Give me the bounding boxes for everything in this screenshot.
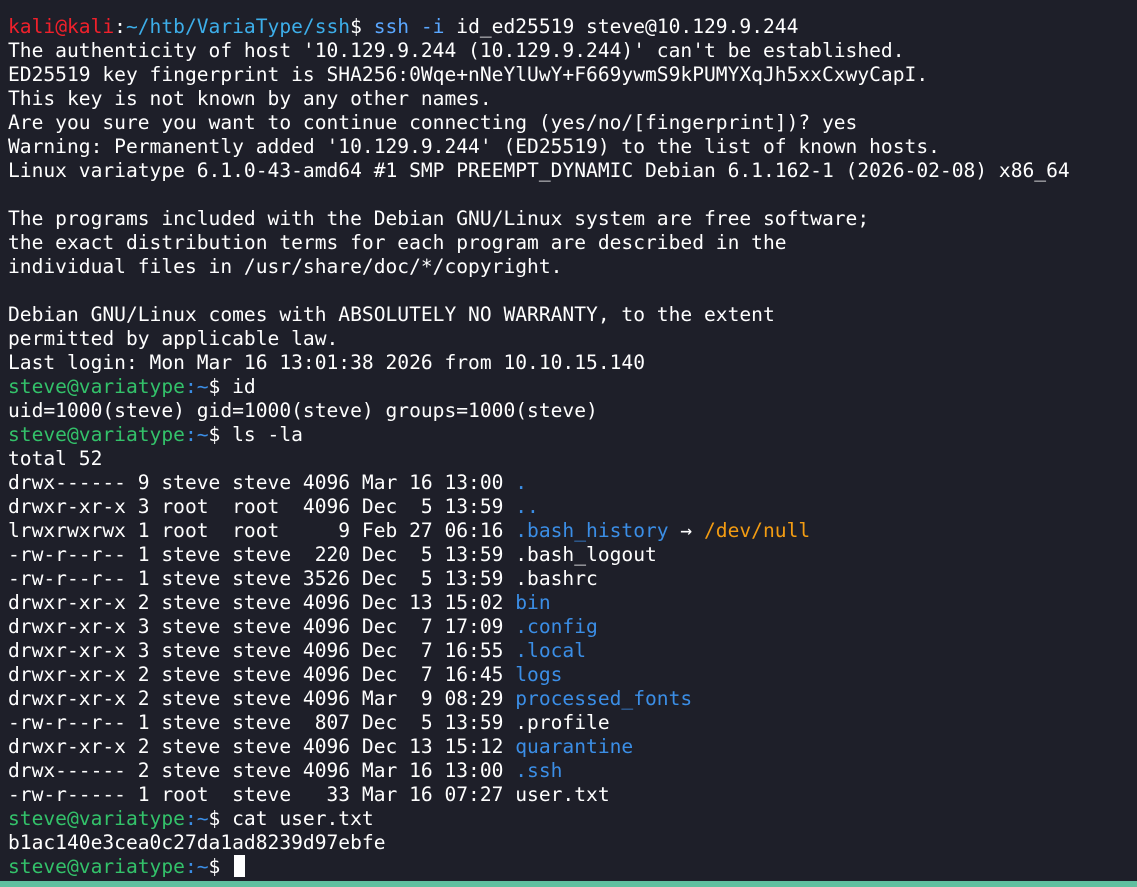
prompt-path: :~ <box>184 855 209 878</box>
ls-row-meta: drwxr-xr-x 2 steve steve 4096 Dec 13 15:… <box>8 591 516 614</box>
ls-row-name: .profile <box>515 711 610 734</box>
command-text: id <box>232 375 256 398</box>
prompt-host: kali <box>66 15 115 38</box>
current-prompt-line[interactable]: steve@variatype:~$ <box>8 855 1137 879</box>
ls-row: lrwxrwxrwx 1 root root 9 Feb 27 06:16 .b… <box>8 519 1137 543</box>
ls-row: drwxr-xr-x 3 root root 4096 Dec 5 13:59 … <box>8 495 1137 519</box>
ls-row-meta: -rw-r--r-- 1 steve steve 807 Dec 5 13:59 <box>8 711 516 734</box>
prompt-dollar: $ <box>208 807 233 830</box>
prompt-user-host: steve@variatype <box>8 375 185 398</box>
output-line: Are you sure you want to continue connec… <box>8 111 858 134</box>
status-bar <box>0 881 1137 887</box>
prompt-line-cat: steve@variatype:~$ cat user.txt <box>8 807 1137 831</box>
prompt-line-id: steve@variatype:~$ id <box>8 375 1137 399</box>
symlink-target: /dev/null <box>704 519 811 542</box>
output-line: ED25519 key fingerprint is SHA256:0Wqe+n… <box>8 63 929 86</box>
command-args: id_ed25519 steve@10.129.9.244 <box>444 15 799 38</box>
output-line: the exact distribution terms for each pr… <box>8 231 787 254</box>
ls-total: total 52 <box>8 447 103 470</box>
prompt-user: kali <box>8 15 56 38</box>
command-text: cat user.txt <box>232 807 374 830</box>
ls-row-name: .config <box>515 615 598 638</box>
output-line: individual files in /usr/share/doc/*/cop… <box>8 255 563 278</box>
ls-row-name: .ssh <box>515 759 563 782</box>
ls-row-name: .local <box>515 639 587 662</box>
prompt-dollar: $ <box>208 375 233 398</box>
ls-row-meta: drwxr-xr-x 3 steve steve 4096 Dec 7 16:5… <box>8 639 516 662</box>
ls-row: -rw-r--r-- 1 steve steve 220 Dec 5 13:59… <box>8 543 1137 567</box>
ls-row-name: quarantine <box>515 735 634 758</box>
prompt-colon: : <box>114 15 126 38</box>
ls-row-name: user.txt <box>515 783 610 806</box>
ls-row: -rw-r--r-- 1 steve steve 807 Dec 5 13:59… <box>8 711 1137 735</box>
prompt-path: :~ <box>184 375 209 398</box>
ls-row-name: logs <box>515 663 563 686</box>
output-line: This key is not known by any other names… <box>8 87 492 110</box>
first-prompt-line: kali@kali:~/htb/VariaType/ssh$ ssh -i id… <box>8 15 1137 39</box>
prompt-path: :~ <box>184 423 209 446</box>
ls-row: -rw-r----- 1 root steve 33 Mar 16 07:27 … <box>8 783 1137 807</box>
output-line: Debian GNU/Linux comes with ABSOLUTELY N… <box>8 303 775 326</box>
ls-row-meta: -rw-r--r-- 1 steve steve 3526 Dec 5 13:5… <box>8 567 516 590</box>
ls-row: drwxr-xr-x 3 steve steve 4096 Dec 7 17:0… <box>8 615 1137 639</box>
ls-row-meta: drwxr-xr-x 2 steve steve 4096 Dec 7 16:4… <box>8 663 516 686</box>
ls-row: -rw-r--r-- 1 steve steve 3526 Dec 5 13:5… <box>8 567 1137 591</box>
cat-output: b1ac140e3cea0c27da1ad8239d97ebfe <box>8 831 386 854</box>
ls-row: drwxr-xr-x 2 steve steve 4096 Mar 9 08:2… <box>8 687 1137 711</box>
prompt-at: @ <box>55 15 67 38</box>
ls-row-meta: drwx------ 9 steve steve 4096 Mar 16 13:… <box>8 471 516 494</box>
command-flag: -i <box>409 15 445 38</box>
ls-row-name: .bash_logout <box>515 543 657 566</box>
ls-row-meta: drwxr-xr-x 2 steve steve 4096 Mar 9 08:2… <box>8 687 516 710</box>
ls-row-meta: lrwxrwxrwx 1 root root 9 Feb 27 06:16 <box>8 519 516 542</box>
prompt-user-host: steve@variatype <box>8 855 185 878</box>
ls-row: drwx------ 9 steve steve 4096 Mar 16 13:… <box>8 471 1137 495</box>
ls-row-meta: drwxr-xr-x 3 root root 4096 Dec 5 13:59 <box>8 495 516 518</box>
prompt-dollar: $ <box>350 15 374 38</box>
ls-row-meta: drwxr-xr-x 2 steve steve 4096 Dec 13 15:… <box>8 735 516 758</box>
symlink-arrow: → <box>668 519 704 542</box>
prompt-dollar: $ <box>208 423 233 446</box>
ssh-output: The authenticity of host '10.129.9.244 (… <box>8 39 1137 375</box>
ls-row-name: processed_fonts <box>515 687 693 710</box>
prompt-dollar: $ <box>208 855 233 878</box>
id-output: uid=1000(steve) gid=1000(steve) groups=1… <box>8 399 598 422</box>
ls-row-meta: drwx------ 2 steve steve 4096 Mar 16 13:… <box>8 759 516 782</box>
prompt-line-ls: steve@variatype:~$ ls -la <box>8 423 1137 447</box>
ls-row: drwxr-xr-x 2 steve steve 4096 Dec 7 16:4… <box>8 663 1137 687</box>
output-line: permitted by applicable law. <box>8 327 339 350</box>
output-line: The authenticity of host '10.129.9.244 (… <box>8 39 905 62</box>
prompt-user-host: steve@variatype <box>8 807 185 830</box>
prompt-path: :~ <box>184 807 209 830</box>
ls-row-name: . <box>515 471 528 494</box>
command-name: ssh <box>373 15 410 38</box>
ls-row-meta: -rw-r--r-- 1 steve steve 220 Dec 5 13:59 <box>8 543 516 566</box>
prompt-user-host: steve@variatype <box>8 423 185 446</box>
output-line: Linux variatype 6.1.0-43-amd64 #1 SMP PR… <box>8 159 1070 182</box>
command-text: ls -la <box>232 423 303 446</box>
ls-row-meta: drwxr-xr-x 3 steve steve 4096 Dec 7 17:0… <box>8 615 516 638</box>
ls-row-meta: -rw-r----- 1 root steve 33 Mar 16 07:27 <box>8 783 516 806</box>
text-cursor[interactable] <box>234 855 246 877</box>
output-line: Warning: Permanently added '10.129.9.244… <box>8 135 940 158</box>
ls-row-name: .bash_history <box>515 519 669 542</box>
ls-row: drwx------ 2 steve steve 4096 Mar 16 13:… <box>8 759 1137 783</box>
ls-row: drwxr-xr-x 3 steve steve 4096 Dec 7 16:5… <box>8 639 1137 663</box>
output-line: Last login: Mon Mar 16 13:01:38 2026 fro… <box>8 351 646 374</box>
terminal-output[interactable]: kali@kali:~/htb/VariaType/ssh$ ssh -i id… <box>8 15 1137 879</box>
prompt-path: ~/htb/VariaType/ssh <box>125 15 351 38</box>
ls-row-name: .bashrc <box>515 567 598 590</box>
ls-listing: drwx------ 9 steve steve 4096 Mar 16 13:… <box>8 471 1137 807</box>
output-line: The programs included with the Debian GN… <box>8 207 870 230</box>
ls-row: drwxr-xr-x 2 steve steve 4096 Dec 13 15:… <box>8 735 1137 759</box>
ls-row-name: .. <box>515 495 539 518</box>
ls-row: drwxr-xr-x 2 steve steve 4096 Dec 13 15:… <box>8 591 1137 615</box>
ls-row-name: bin <box>515 591 551 614</box>
